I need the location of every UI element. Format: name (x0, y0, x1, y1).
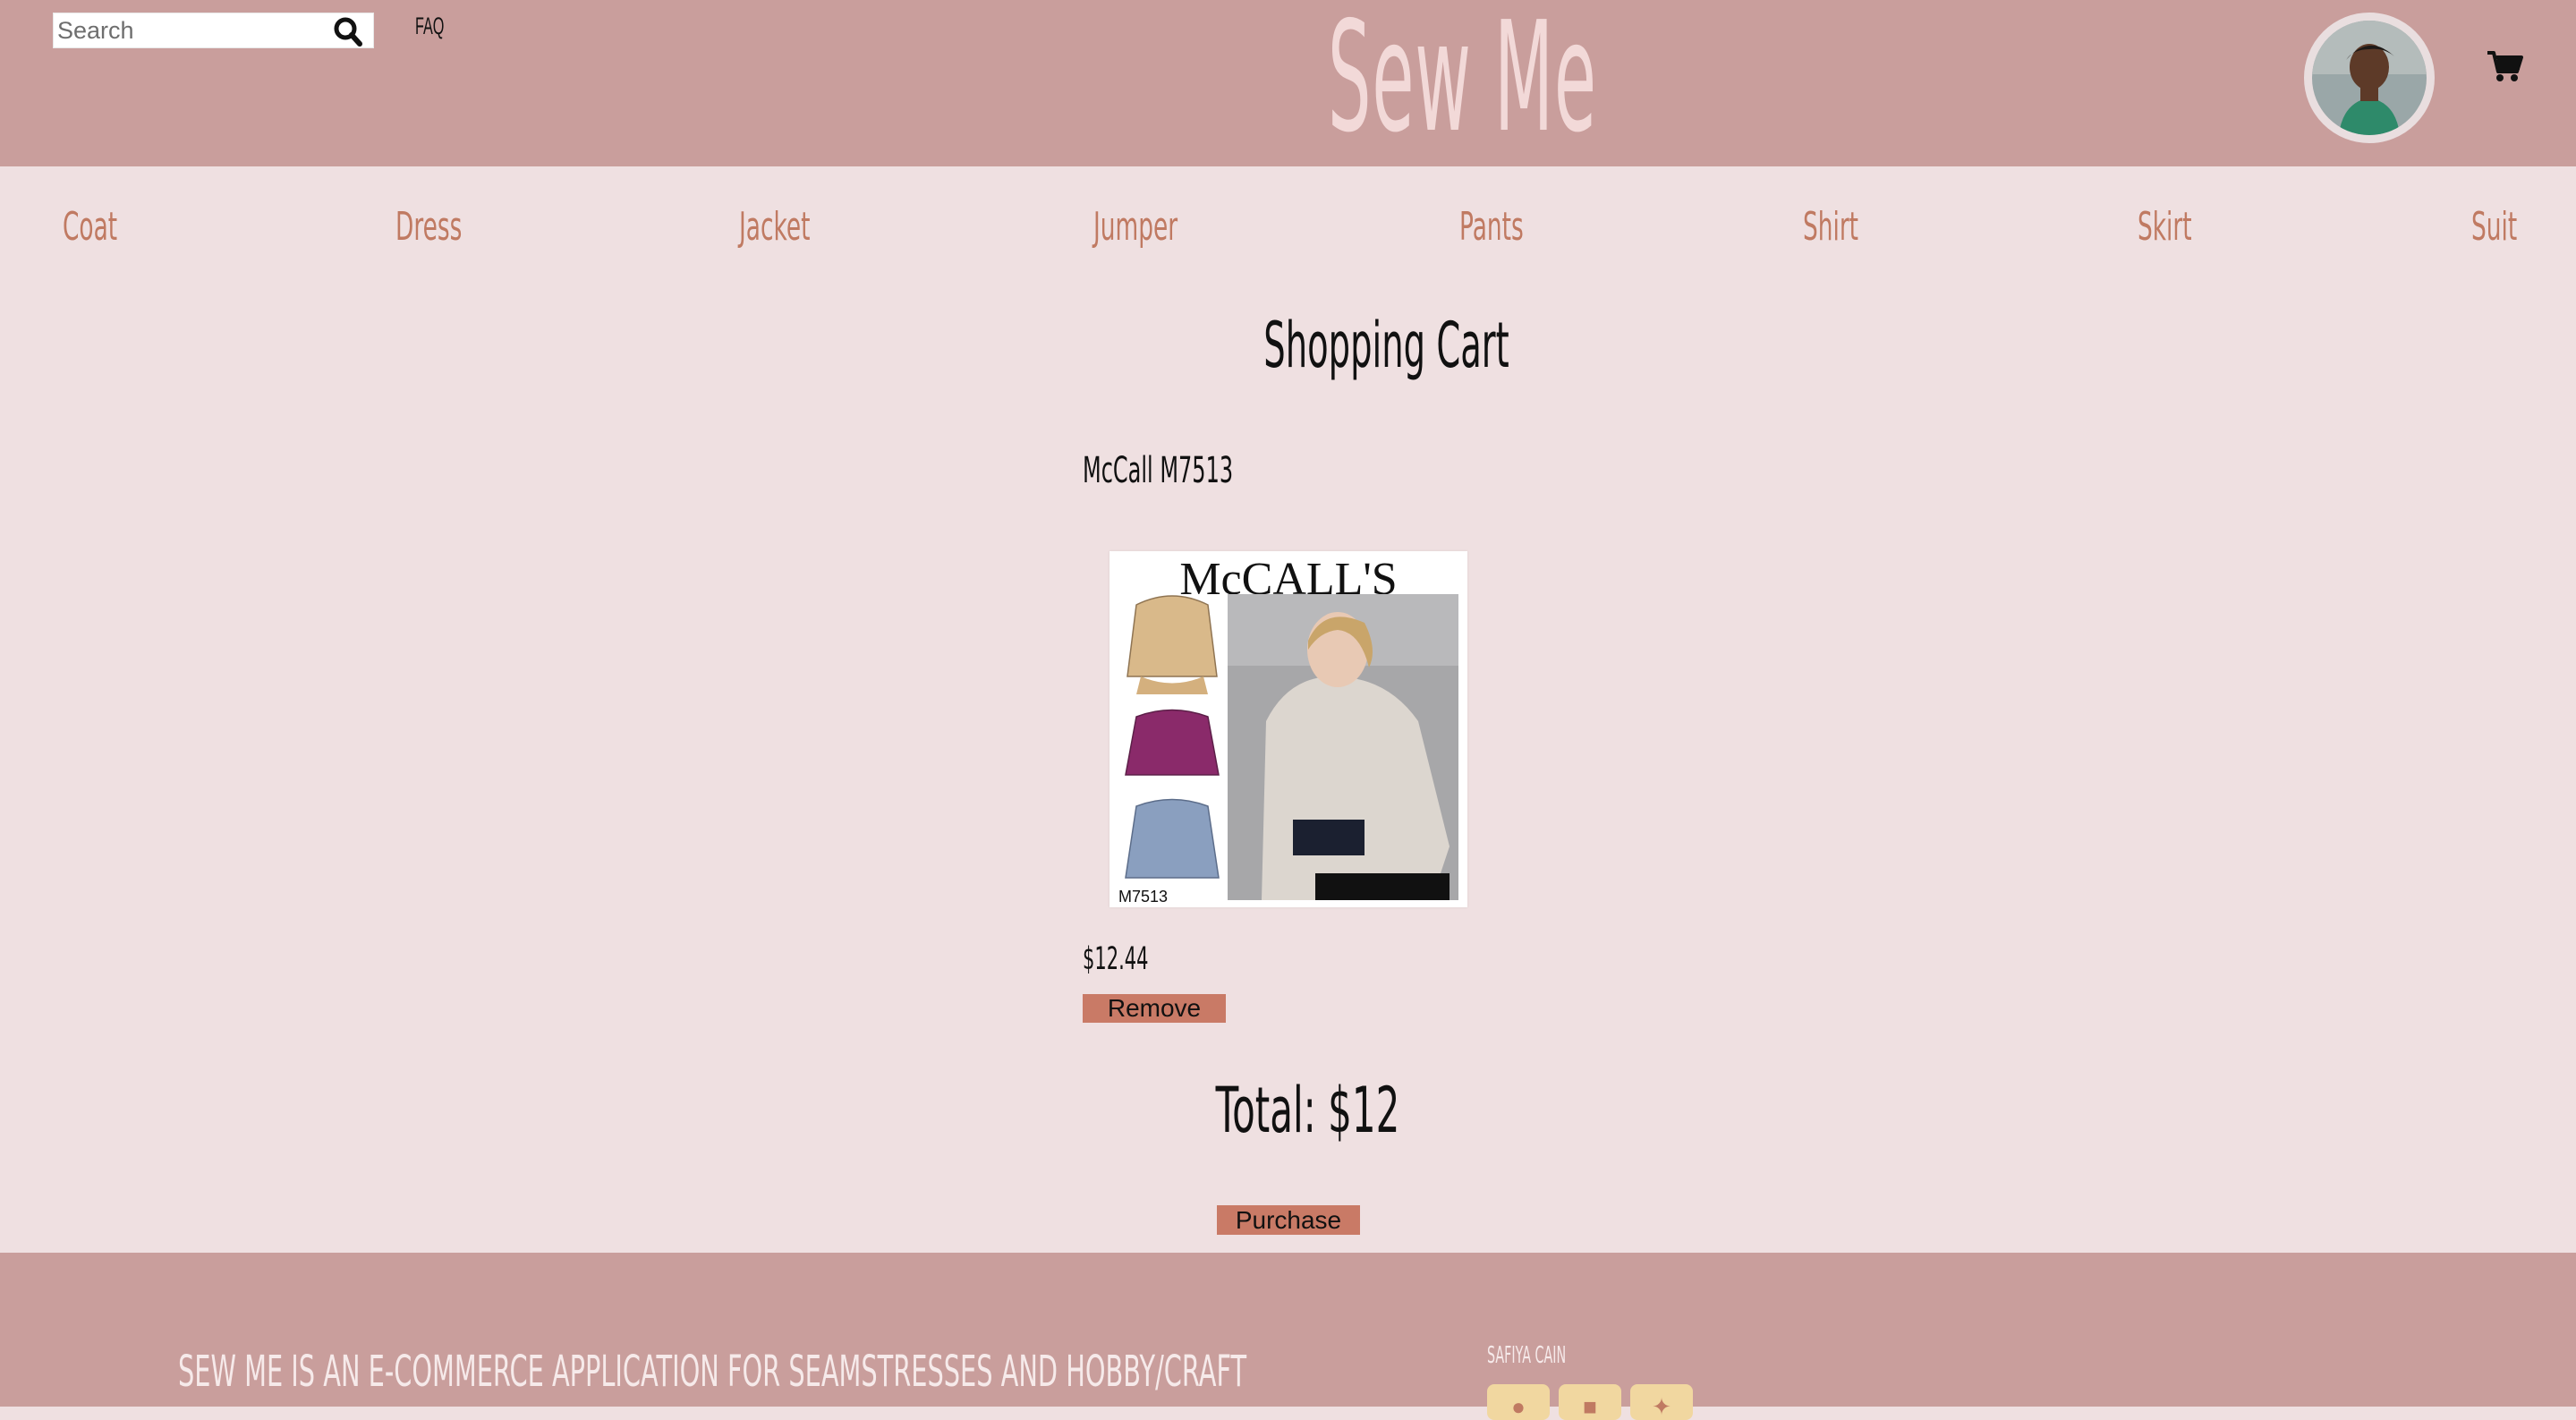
site-logo[interactable]: Sew Me (1163, 2, 1596, 154)
search-input[interactable] (57, 17, 317, 44)
nav-item-jacket[interactable]: Jacket (739, 204, 810, 250)
footer-author: SAFIYA CAIN (1487, 1342, 1567, 1369)
shopping-cart-icon[interactable] (2486, 49, 2523, 83)
cart-item-name: McCall M7513 (1083, 450, 1234, 491)
cart-total: Total: $12 (1154, 1074, 1423, 1147)
site-footer: SEW ME IS AN E-COMMERCE APPLICATION FOR … (0, 1253, 2576, 1420)
nav-item-skirt[interactable]: Skirt (2138, 204, 2192, 250)
nav-item-dress[interactable]: Dress (395, 204, 462, 250)
remove-button[interactable]: Remove (1083, 994, 1226, 1023)
nav-item-jumper[interactable]: Jumper (1093, 204, 1177, 250)
cart-total-text: Total: $12 (1215, 1074, 1400, 1147)
nav-item-coat[interactable]: Coat (63, 204, 117, 250)
footer-description: SEW ME IS AN E-COMMERCE APPLICATION FOR … (178, 1347, 1247, 1397)
page-title: Shopping Cart (1163, 309, 1509, 382)
purchase-button[interactable]: Purchase (1217, 1205, 1360, 1235)
category-nav: Coat Dress Jacket Jumper Pants Shirt Ski… (0, 204, 2576, 267)
faq-link[interactable]: FAQ (415, 13, 444, 40)
page-title-text: Shopping Cart (1263, 309, 1509, 382)
nav-item-shirt[interactable]: Shirt (1803, 204, 1858, 250)
github-icon[interactable]: ● (1487, 1384, 1550, 1420)
search-icon[interactable] (330, 16, 366, 47)
site-header: FAQ Sew Me (0, 0, 2576, 166)
product-image-code: M7513 (1118, 888, 1168, 906)
brand-name: Sew Me (1327, 0, 1597, 166)
nav-item-pants[interactable]: Pants (1459, 204, 1524, 250)
search-bar (53, 13, 374, 48)
nav-item-suit[interactable]: Suit (2471, 204, 2517, 250)
angellist-icon[interactable]: ✦ (1630, 1384, 1693, 1420)
product-image: McCALL'S M7513 (1109, 551, 1467, 907)
avatar[interactable] (2304, 13, 2435, 143)
cart-item-price: $12.44 (1083, 941, 1149, 977)
linkedin-icon[interactable]: ■ (1559, 1384, 1621, 1420)
